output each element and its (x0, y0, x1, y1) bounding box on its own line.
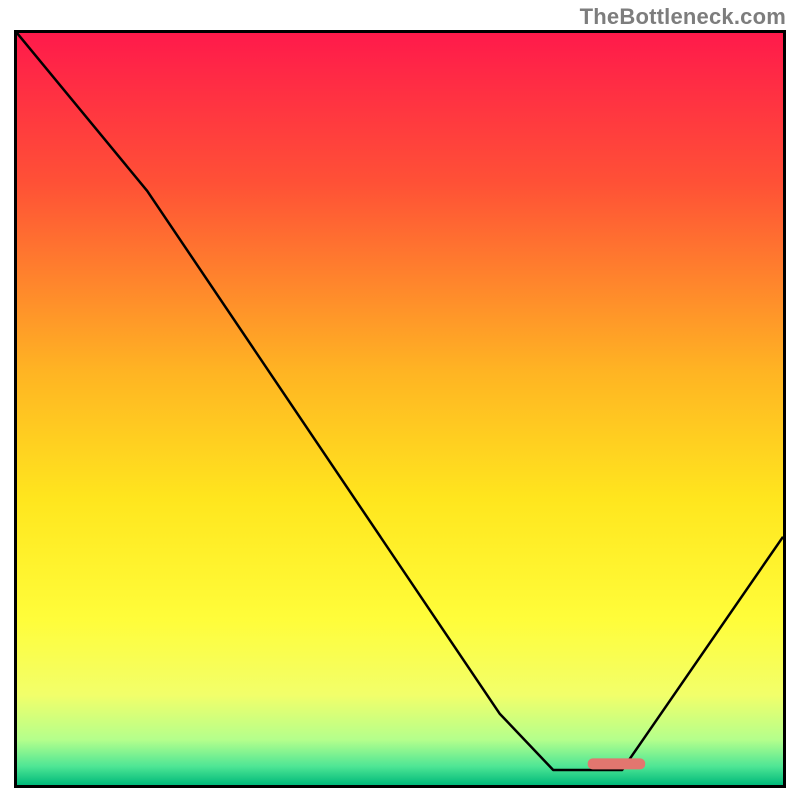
chart-plot (17, 33, 783, 785)
chart-background (17, 33, 783, 785)
attribution-text: TheBottleneck.com (580, 4, 786, 30)
optimal-marker (588, 758, 646, 769)
